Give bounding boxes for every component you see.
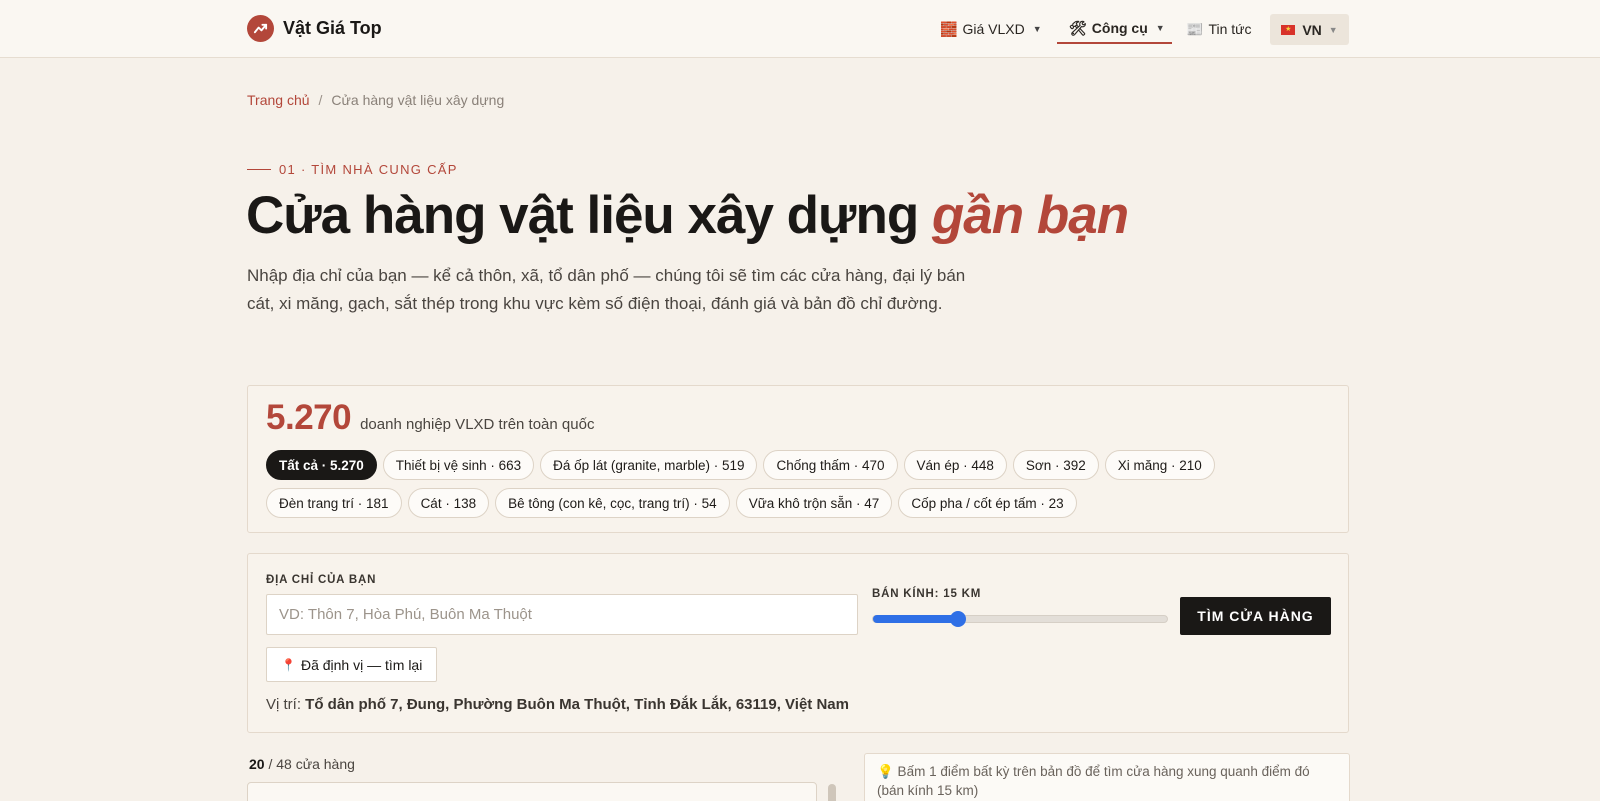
breadcrumb-separator: /: [318, 92, 323, 108]
stats-header: 5.270 doanh nghiệp VLXD trên toàn quốc: [266, 398, 594, 438]
address-input[interactable]: [266, 594, 858, 635]
nav-label: Công cụ: [1091, 20, 1148, 36]
vietnam-flag-icon: ★: [1281, 24, 1296, 35]
page-title-accent: gần bạn: [931, 186, 1129, 245]
nav-label: Tin tức: [1208, 21, 1252, 37]
radius-label: BÁN KÍNH: 15 KM: [872, 588, 982, 600]
category-chip[interactable]: Xi măng · 210: [1104, 450, 1215, 480]
map-pin-icon: 📍: [281, 657, 296, 672]
chevron-down-icon: ▼: [1328, 24, 1338, 35]
eyebrow-line: [247, 169, 271, 170]
results-count: 20 / 48 cửa hàng: [249, 756, 355, 772]
detected-location: Vị trí: Tổ dân phố 7, Đung, Phường Buôn …: [266, 696, 849, 713]
radius-slider[interactable]: [872, 611, 1168, 627]
brick-icon: 🧱: [940, 20, 958, 37]
find-stores-button[interactable]: TÌM CỬA HÀNG: [1180, 597, 1331, 635]
breadcrumb: Trang chủ / Cửa hàng vật liệu xây dựng: [247, 92, 504, 108]
section-eyebrow: 01 · TÌM NHÀ CUNG CẤP: [247, 162, 458, 177]
brand[interactable]: Vật Giá Top: [247, 15, 382, 42]
category-chip[interactable]: Thiết bị vệ sinh · 663: [382, 450, 535, 480]
location-prefix: Vị trí:: [266, 696, 306, 713]
category-chip-all[interactable]: Tất cả · 5.270: [266, 450, 377, 480]
store-list-scrollbar[interactable]: [828, 784, 836, 801]
nav-label: Giá VLXD: [962, 21, 1025, 37]
category-chip[interactable]: Đá ốp lát (granite, marble) · 519: [540, 450, 758, 480]
category-chip[interactable]: Đèn trang trí · 181: [266, 488, 402, 518]
breadcrumb-current: Cửa hàng vật liệu xây dựng: [331, 92, 505, 108]
radius-slider-thumb[interactable]: [950, 611, 967, 627]
results-shown: 20: [249, 756, 265, 772]
category-filter-chips: Tất cả · 5.270 Thiết bị vệ sinh · 663 Đá…: [266, 450, 1336, 518]
brand-name: Vật Giá Top: [283, 18, 382, 38]
eyebrow-text: 01 · TÌM NHÀ CUNG CẤP: [279, 162, 458, 177]
top-navbar: Vật Giá Top 🧱 Giá VLXD ▼ 🛠 Công cụ ▼ 📰 T…: [0, 0, 1600, 58]
category-chip[interactable]: Bê tông (con kê, cọc, trang trí) · 54: [495, 488, 730, 518]
category-chip[interactable]: Ván ép · 448: [903, 450, 1007, 480]
newspaper-icon: 📰: [1186, 20, 1204, 37]
search-card: ĐỊA CHỈ CỦA BẠN BÁN KÍNH: 15 KM TÌM CỬA …: [247, 553, 1349, 733]
chevron-down-icon: ▼: [1155, 23, 1165, 33]
page-description: Nhập địa chỉ của bạn — kể cả thôn, xã, t…: [247, 266, 966, 313]
store-list-panel: [247, 782, 817, 801]
relocate-button-label: Đã định vị — tìm lại: [300, 656, 423, 673]
relocate-button[interactable]: 📍 Đã định vị — tìm lại: [266, 647, 438, 682]
business-count: 5.270: [266, 398, 352, 437]
breadcrumb-home-link[interactable]: Trang chủ: [247, 92, 310, 108]
category-chip[interactable]: Chống thấm · 470: [763, 450, 898, 480]
category-chip[interactable]: Cát · 138: [407, 488, 490, 518]
location-value: Tổ dân phố 7, Đung, Phường Buôn Ma Thuột…: [305, 696, 849, 713]
nav-cong-cu[interactable]: 🛠 Công cụ ▼: [1057, 14, 1172, 44]
nav-tin-tuc[interactable]: 📰 Tin tức: [1186, 14, 1252, 44]
address-label: ĐỊA CHỈ CỦA BẠN: [266, 574, 377, 586]
chevron-down-icon: ▼: [1032, 24, 1042, 34]
category-chip[interactable]: Vữa khô trộn sẵn · 47: [735, 488, 893, 518]
page-title: Cửa hàng vật liệu xây dựng gần bạn: [246, 186, 1129, 246]
tools-icon: 🛠: [1069, 19, 1087, 36]
nav-gia-vlxd[interactable]: 🧱 Giá VLXD ▼: [940, 14, 1042, 44]
business-count-label: doanh nghiệp VLXD trên toàn quốc: [360, 416, 595, 433]
map-tip: 💡 Bấm 1 điểm bất kỳ trên bản đồ để tìm c…: [864, 753, 1350, 801]
category-chip[interactable]: Sơn · 392: [1012, 450, 1099, 480]
category-chip[interactable]: Cốp pha / cốt ép tấm · 23: [898, 488, 1077, 518]
stats-card: 5.270 doanh nghiệp VLXD trên toàn quốc T…: [247, 385, 1349, 533]
language-code: VN: [1302, 21, 1322, 38]
trend-up-logo-icon: [247, 15, 274, 42]
language-selector[interactable]: ★ VN ▼: [1270, 14, 1349, 45]
results-total: / 48 cửa hàng: [264, 756, 355, 772]
radius-slider-fill: [873, 615, 959, 623]
page-title-main: Cửa hàng vật liệu xây dựng: [246, 186, 932, 245]
